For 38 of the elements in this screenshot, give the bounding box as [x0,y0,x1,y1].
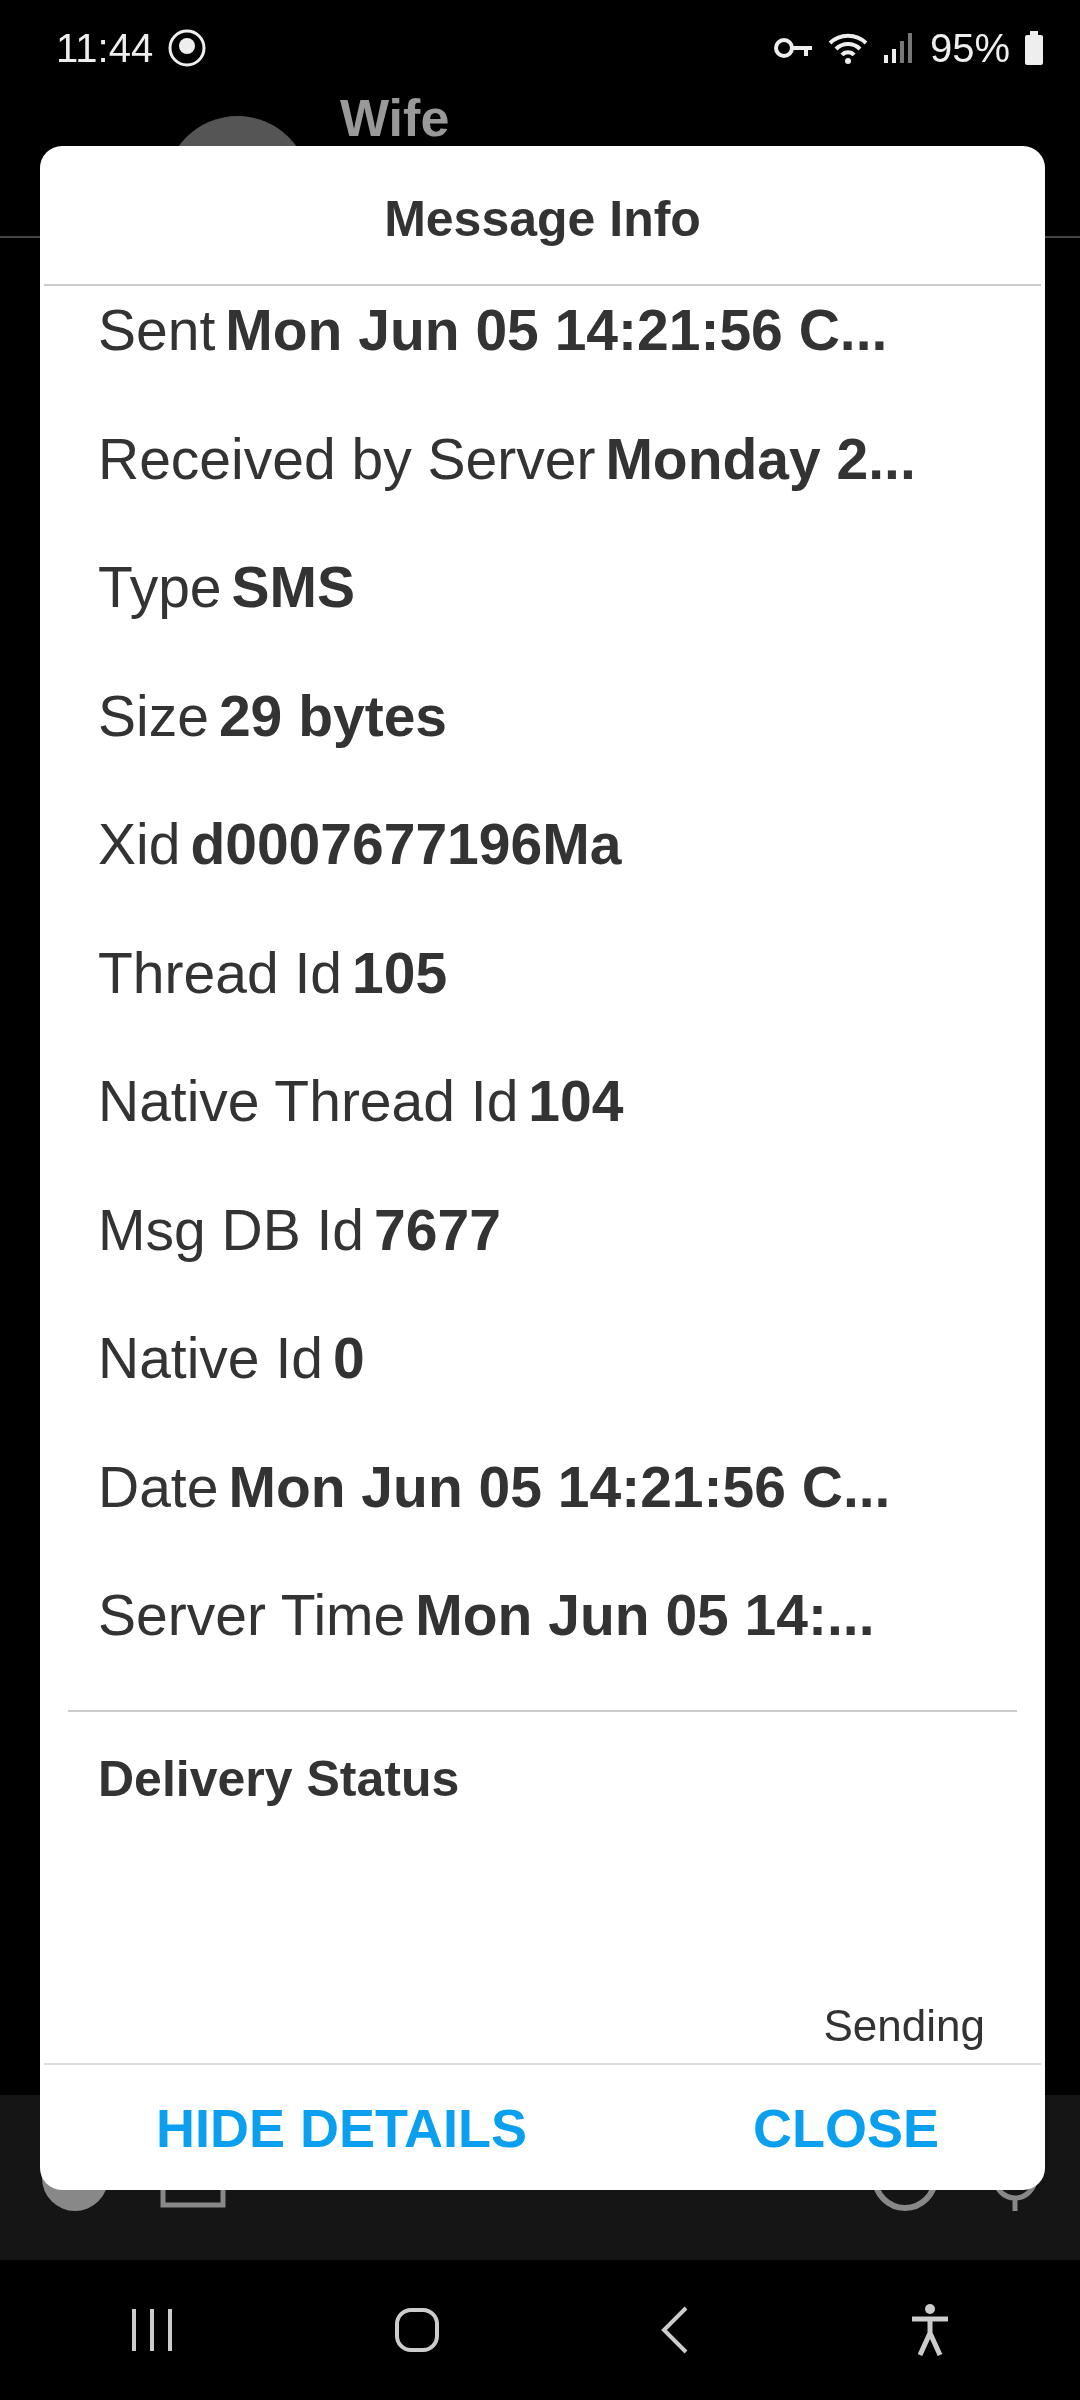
info-label: Xid [98,811,181,878]
key-icon [773,36,814,60]
info-label: Type [98,554,222,621]
info-label: Size [98,682,209,749]
wifi-icon [827,31,868,65]
app-notification-icon [167,28,208,68]
info-value: SMS [231,554,356,621]
info-label: Date [98,1453,219,1520]
home-icon[interactable] [394,2307,440,2353]
info-value: 105 [352,939,448,1006]
info-label: Sent [98,297,216,364]
contact-name: Wife [340,92,450,144]
accessibility-icon[interactable] [910,2303,950,2357]
info-value: Mon Jun 05 14:21:56 C... [228,1453,891,1520]
info-label: Thread Id [98,939,342,1006]
dialog-title: Message Info [44,146,1041,286]
info-value: Mon Jun 05 14:... [415,1582,875,1649]
section-title: Delivery Status [97,1749,461,1808]
back-icon[interactable] [660,2305,690,2355]
info-label: Native Id [98,1325,323,1392]
info-label: Server Time [98,1582,406,1649]
info-value: 104 [528,1068,624,1135]
info-value: Monday 2... [605,425,916,492]
hide-details-button[interactable]: HIDE DETAILS [144,2088,539,2167]
info-value: 7677 [374,1196,501,1263]
info-label: Received by Server [98,425,596,492]
battery-percent: 95% [929,25,1010,71]
close-button[interactable]: CLOSE [740,2088,951,2167]
status-time: 11:44 [56,25,154,71]
delivery-status: Sending [823,2001,985,2051]
info-label: Native Thread Id [98,1068,519,1135]
info-value: 29 bytes [218,682,448,749]
info-value: Mon Jun 05 14:21:56 C... [225,297,888,364]
info-value: 0 [332,1325,365,1392]
battery-icon [1024,31,1044,65]
info-label: Msg DB Id [98,1196,365,1263]
info-value: d0007677196Ma [190,811,622,878]
recent-apps-icon[interactable] [130,2307,174,2353]
